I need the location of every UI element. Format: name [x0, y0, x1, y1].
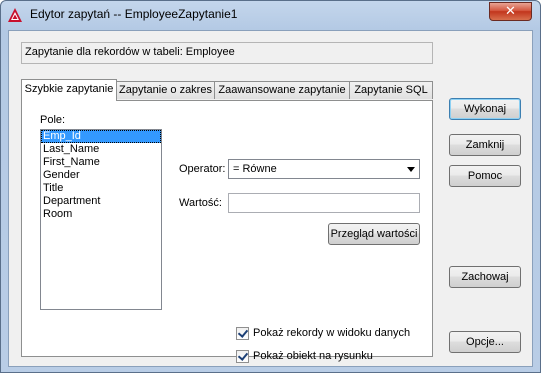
table-info-box: Zapytanie dla rekordów w tabeli: Employe…: [21, 42, 433, 64]
window-close-button[interactable]: ✕: [489, 2, 532, 21]
list-item[interactable]: Emp_Id: [41, 130, 161, 143]
operator-label: Operator:: [179, 163, 226, 175]
list-item[interactable]: Department: [41, 195, 161, 208]
browse-values-button[interactable]: Przegląd wartości: [328, 223, 420, 245]
close-icon: ✕: [505, 4, 516, 19]
window-title: Edytor zapytań -- EmployeeZapytanie1: [30, 7, 238, 21]
quick-query-panel: Pole: Emp_Id Last_Name First_Name Gender…: [21, 100, 433, 363]
tab-sql-query[interactable]: Zapytanie SQL: [349, 81, 433, 99]
operator-dropdown[interactable]: = Równe: [228, 159, 420, 179]
operator-value: = Równe: [233, 163, 277, 175]
list-item[interactable]: Room: [41, 208, 161, 221]
list-item[interactable]: Gender: [41, 169, 161, 182]
list-item[interactable]: Title: [41, 182, 161, 195]
autocad-app-icon: [8, 8, 22, 22]
value-label: Wartość:: [179, 197, 222, 209]
dialog-client-area: Zapytanie dla rekordów w tabeli: Employe…: [8, 30, 533, 367]
options-button[interactable]: Opcje...: [449, 331, 521, 353]
save-button[interactable]: Zachowaj: [449, 266, 521, 288]
show-records-label: Pokaż rekordy w widoku danych: [253, 327, 411, 339]
show-object-checkbox[interactable]: [236, 350, 249, 363]
close-button[interactable]: Zamknij: [449, 134, 521, 156]
query-editor-window: Edytor zapytań -- EmployeeZapytanie1 ✕ Z…: [0, 0, 541, 373]
tab-advanced-query[interactable]: Zaawansowane zapytanie: [214, 81, 350, 99]
value-input[interactable]: [228, 193, 420, 213]
title-bar[interactable]: Edytor zapytań -- EmployeeZapytanie1 ✕: [1, 1, 540, 29]
show-object-label: Pokaż obiekt na rysunku: [253, 350, 373, 362]
chevron-down-icon: [407, 167, 415, 172]
show-records-checkbox[interactable]: [236, 327, 249, 340]
list-item[interactable]: Last_Name: [41, 143, 161, 156]
tab-range-query[interactable]: Zapytanie o zakres: [116, 81, 215, 99]
field-listbox[interactable]: Emp_Id Last_Name First_Name Gender Title…: [40, 129, 162, 310]
help-button[interactable]: Pomoc: [449, 165, 521, 187]
table-info-text: Zapytanie dla rekordów w tabeli: Employe…: [25, 46, 235, 58]
execute-button[interactable]: Wykonaj: [449, 98, 521, 120]
list-item[interactable]: First_Name: [41, 156, 161, 169]
field-label: Pole:: [40, 114, 66, 126]
tab-quick-query[interactable]: Szybkie zapytanie: [21, 79, 117, 101]
